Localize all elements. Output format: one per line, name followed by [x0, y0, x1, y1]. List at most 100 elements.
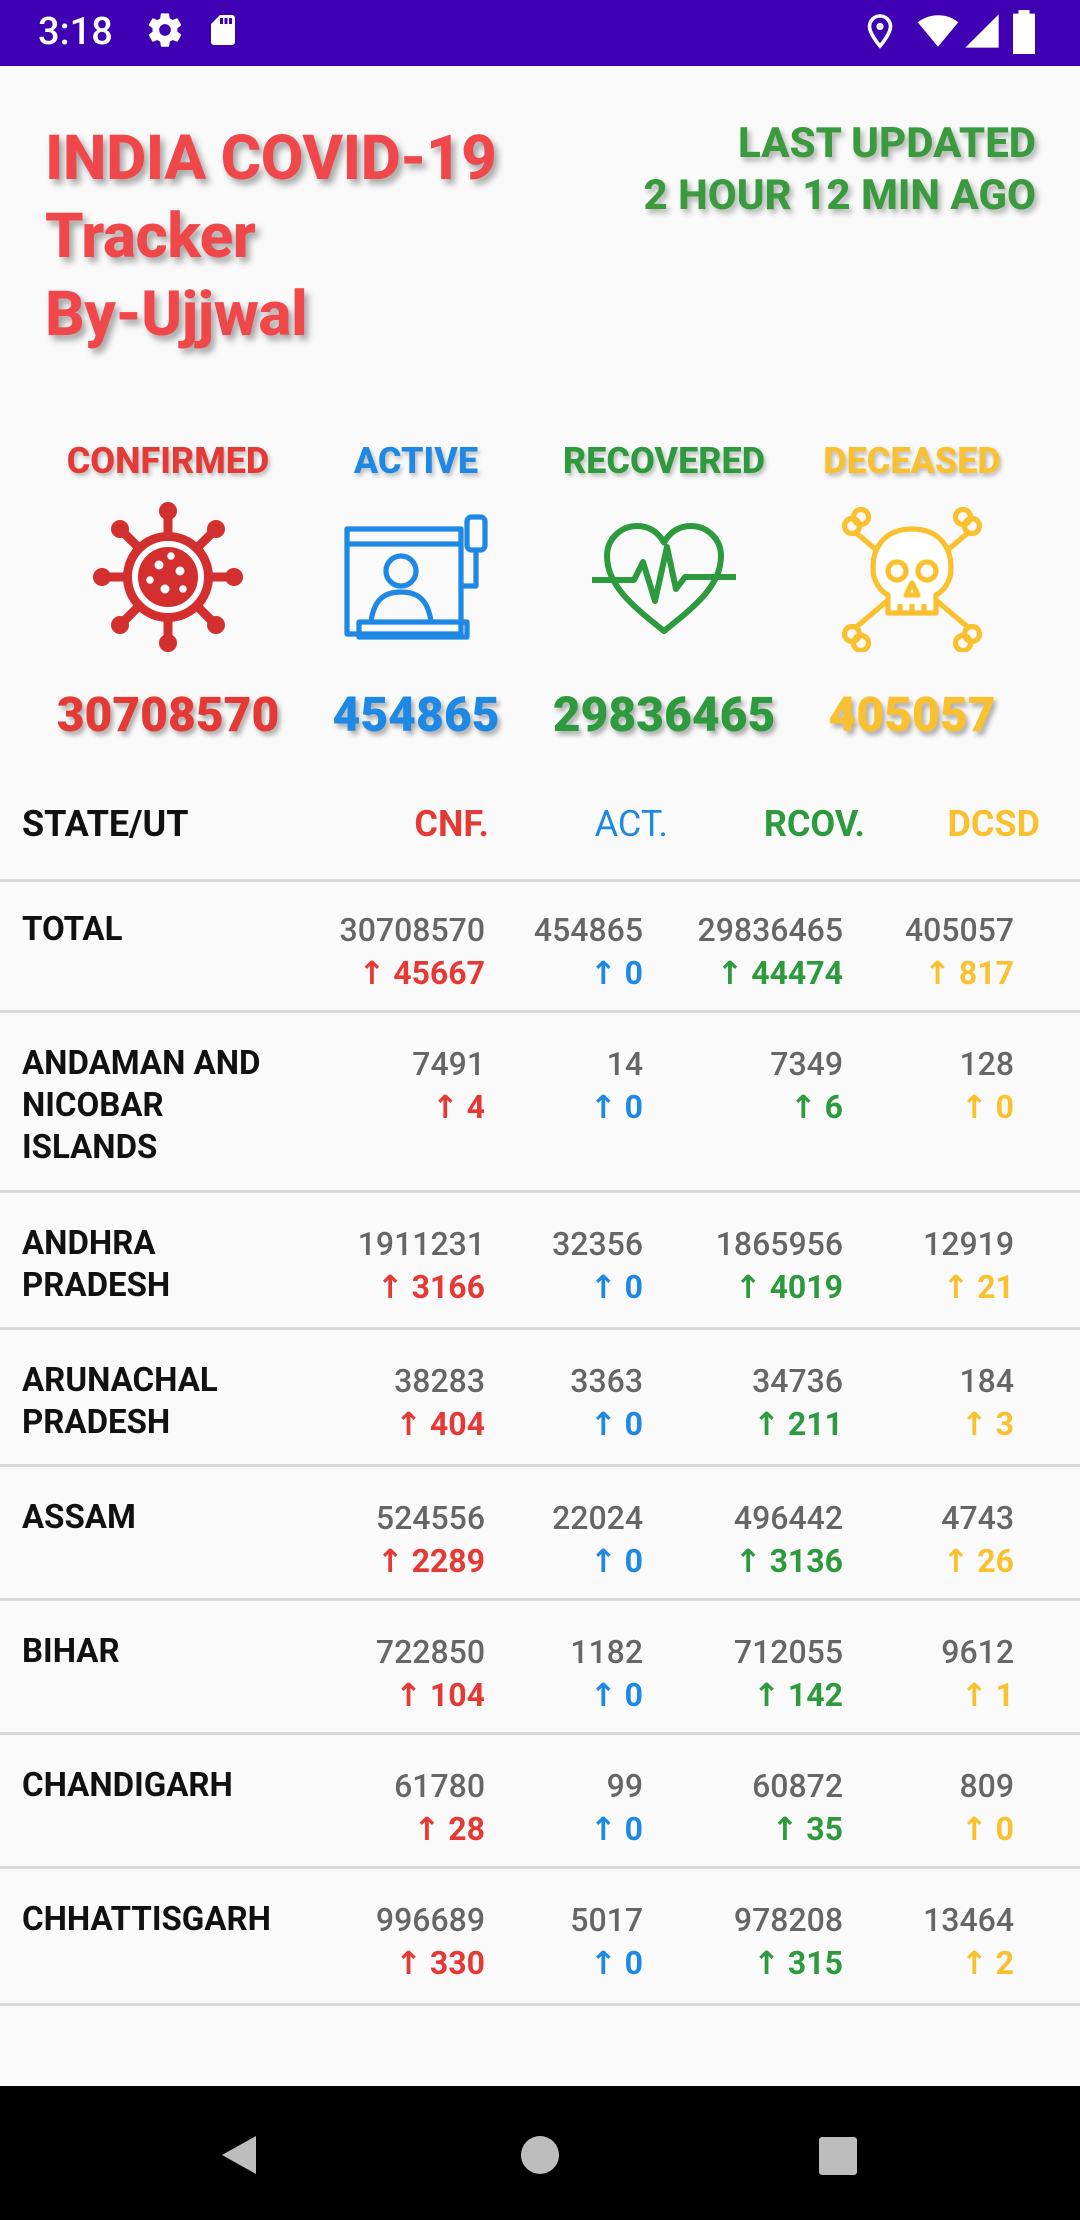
- status-bar: 3:18: [0, 0, 1080, 66]
- active-total: 32356: [552, 1225, 643, 1263]
- virus-icon: [93, 502, 243, 652]
- state-name: ANDHRA PRADESH: [22, 1224, 171, 1305]
- active-total: 14: [606, 1045, 643, 1083]
- deceased-delta: ↑ 817: [924, 954, 1014, 992]
- deceased-delta: ↑ 0: [960, 1810, 1014, 1848]
- recovered-delta: ↑ 142: [753, 1676, 843, 1714]
- table-row[interactable]: ANDHRA PRADESH 1911231 ↑ 3166 32356 ↑ 0 18…: [0, 1193, 1080, 1330]
- recovered-total: 978208: [733, 1901, 843, 1939]
- deceased-cell: 184 ↑ 3: [959, 1360, 1014, 1446]
- active-total: 5017: [570, 1901, 643, 1939]
- deceased-cell: 128 ↑ 0: [959, 1043, 1014, 1129]
- table-row[interactable]: ASSAM 524556 ↑ 2289 22024 ↑ 0 496442 ↑ 3136…: [0, 1467, 1080, 1601]
- recovered-cell: 712055 ↑ 142: [734, 1631, 843, 1717]
- active-value: 454865: [332, 686, 500, 743]
- active-cell: 99 ↑ 0: [590, 1765, 643, 1851]
- active-delta: ↑ 0: [589, 1542, 643, 1580]
- confirmed-total: 996689: [375, 1901, 485, 1939]
- table-row[interactable]: ANDAMAN AND NICOBAR ISLANDS 7491 ↑ 4 14 ↑ …: [0, 1013, 1080, 1193]
- heartbeat-icon: [592, 523, 736, 634]
- header-recovered: RCOV.: [763, 803, 865, 845]
- recovered-cell: 60872 ↑ 35: [752, 1765, 843, 1851]
- home-icon: [521, 2136, 559, 2174]
- confirmed-cell: 7491 ↑ 4: [412, 1043, 485, 1129]
- recents-icon: [819, 2137, 857, 2175]
- confirmed-total: 7491: [412, 1045, 485, 1083]
- active-total: 99: [606, 1767, 643, 1805]
- recovered-card: RECOVERED 29836465: [534, 440, 794, 743]
- table-row[interactable]: CHANDIGARH 61780 ↑ 28 99 ↑ 0 60872 ↑ 35 809…: [0, 1735, 1080, 1869]
- skull-crossbones-icon: [841, 506, 983, 654]
- confirmed-cell: 1911231 ↑ 3166: [358, 1223, 485, 1309]
- table-row[interactable]: TOTAL 30708570 ↑ 45667 454865 ↑ 0 29836465…: [0, 879, 1080, 1013]
- recovered-cell: 7349 ↑ 6: [770, 1043, 843, 1129]
- active-cell: 14 ↑ 0: [590, 1043, 643, 1129]
- confirmed-cell: 722850 ↑ 104: [376, 1631, 485, 1717]
- active-total: 3363: [570, 1362, 643, 1400]
- state-name: CHANDIGARH: [22, 1766, 233, 1805]
- back-icon: [222, 2136, 256, 2174]
- confirmed-cell: 30708570 ↑ 45667: [340, 909, 486, 995]
- confirmed-delta: ↑ 45667: [358, 954, 485, 992]
- confirmed-total: 30708570: [339, 911, 486, 949]
- deceased-value: 405057: [828, 686, 996, 743]
- active-delta: ↑ 0: [589, 1944, 643, 1982]
- patient-bed-icon: [344, 514, 488, 640]
- recovered-total: 7349: [770, 1045, 843, 1083]
- table-row[interactable]: BIHAR 722850 ↑ 104 1182 ↑ 0 712055 ↑ 142 96…: [0, 1601, 1080, 1735]
- recovered-cell: 34736 ↑ 211: [752, 1360, 843, 1446]
- deceased-total: 184: [959, 1362, 1014, 1400]
- home-button[interactable]: [519, 2134, 561, 2176]
- deceased-cell: 4743 ↑ 26: [941, 1497, 1014, 1583]
- recovered-delta: ↑ 3136: [734, 1542, 843, 1580]
- confirmed-delta: ↑ 330: [395, 1944, 485, 1982]
- recents-button[interactable]: [817, 2135, 859, 2177]
- confirmed-card: CONFIRMED 30708570: [38, 440, 298, 743]
- active-total: 22024: [552, 1499, 643, 1537]
- deceased-card: DECEASED 405057: [782, 440, 1042, 743]
- recovered-total: 34736: [752, 1362, 843, 1400]
- confirmed-delta: ↑ 104: [395, 1676, 485, 1714]
- deceased-cell: 405057 ↑ 817: [905, 909, 1014, 995]
- deceased-total: 405057: [904, 911, 1014, 949]
- deceased-cell: 12919 ↑ 21: [923, 1223, 1014, 1309]
- recovered-value: 29836465: [552, 686, 776, 743]
- deceased-delta: ↑ 1: [960, 1676, 1014, 1714]
- state-name: ANDAMAN AND NICOBAR ISLANDS: [22, 1044, 261, 1167]
- recovered-total: 712055: [733, 1633, 843, 1671]
- signal-icon: [965, 14, 999, 48]
- recovered-delta: ↑ 44474: [716, 954, 843, 992]
- active-cell: 1182 ↑ 0: [570, 1631, 643, 1717]
- confirmed-delta: ↑ 4: [431, 1088, 485, 1126]
- recovered-delta: ↑ 211: [753, 1405, 843, 1443]
- active-cell: 454865 ↑ 0: [534, 909, 643, 995]
- recovered-cell: 29836465 ↑ 44474: [698, 909, 844, 995]
- sd-card-icon: [211, 15, 235, 45]
- table-row[interactable]: ARUNACHAL PRADESH 38283 ↑ 404 3363 ↑ 0 347…: [0, 1330, 1080, 1467]
- deceased-total: 809: [959, 1767, 1014, 1805]
- state-name: TOTAL: [22, 910, 123, 949]
- navigation-bar: [0, 2086, 1080, 2220]
- header-confirmed: CNF.: [414, 803, 489, 845]
- active-card: ACTIVE 454865: [286, 440, 546, 743]
- confirmed-cell: 996689 ↑ 330: [376, 1899, 485, 1985]
- back-button[interactable]: [218, 2132, 260, 2178]
- recovered-cell: 978208 ↑ 315: [734, 1899, 843, 1985]
- header-deceased: DCSD: [947, 803, 1040, 845]
- table-header: STATE/UT CNF. ACT. RCOV. DCSD: [0, 795, 1080, 882]
- deceased-total: 13464: [923, 1901, 1014, 1939]
- confirmed-cell: 61780 ↑ 28: [394, 1765, 485, 1851]
- deceased-delta: ↑ 0: [960, 1088, 1014, 1126]
- app-title: INDIA COVID-19 Tracker By-Ujjwal: [45, 120, 497, 354]
- location-icon: [867, 14, 893, 49]
- active-delta: ↑ 0: [589, 1405, 643, 1443]
- recovered-total: 1865956: [715, 1225, 843, 1263]
- app-title-line: By-Ujjwal: [45, 278, 308, 351]
- confirmed-value: 30708570: [56, 686, 280, 743]
- recovered-delta: ↑ 35: [771, 1810, 843, 1848]
- deceased-delta: ↑ 21: [942, 1268, 1014, 1306]
- table-row[interactable]: CHHATTISGARH 996689 ↑ 330 5017 ↑ 0 978208 ↑…: [0, 1869, 1080, 2006]
- confirmed-total: 38283: [394, 1362, 485, 1400]
- confirmed-cell: 524556 ↑ 2289: [376, 1497, 485, 1583]
- active-delta: ↑ 0: [589, 1268, 643, 1306]
